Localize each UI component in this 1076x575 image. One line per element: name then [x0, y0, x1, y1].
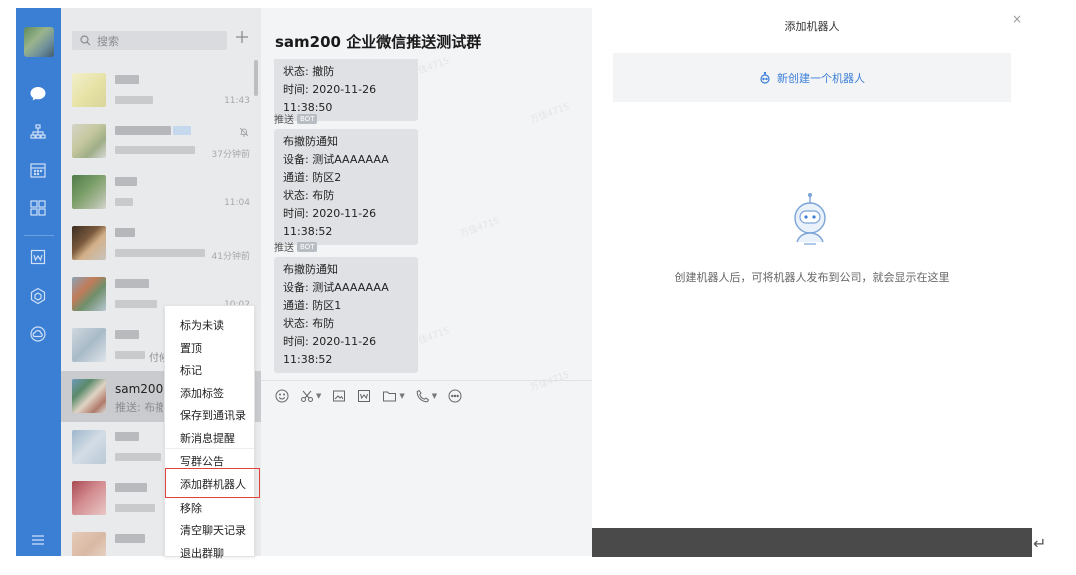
chat-time: 37分钟前: [211, 150, 250, 160]
menu-item-notifications[interactable]: 新消息提醒: [180, 430, 235, 446]
search-icon: [80, 35, 91, 46]
bot-icon: [760, 71, 770, 84]
mute-icon: [239, 126, 249, 140]
chat-preview: 推送: 布撤防通知: [115, 401, 163, 414]
nav-separator: [24, 235, 54, 236]
message-sender: 推送 BOT: [274, 111, 318, 126]
doc-icon[interactable]: [357, 389, 371, 403]
create-bot-button[interactable]: 新创建一个机器人: [613, 53, 1011, 102]
scissors-icon[interactable]: ▼: [300, 389, 321, 403]
chat-avatar: [72, 277, 106, 311]
watermark: 万佳4715: [529, 102, 571, 126]
menu-item-remove[interactable]: 移除: [180, 500, 202, 516]
search-box[interactable]: 搜索: [72, 31, 227, 50]
message-bubble[interactable]: 布撤防通知 设备: 测试AAAAAAA 通道: 防区2 状态: 布防 时间: 2…: [274, 129, 418, 245]
panel-title: 添加机器人: [784, 20, 840, 33]
apps-icon[interactable]: [28, 198, 48, 218]
chat-avatar: [72, 226, 106, 260]
list-item[interactable]: 11:04: [61, 167, 261, 218]
chat-icon[interactable]: [28, 84, 48, 104]
add-bot-panel: 添加机器人 × 新创建一个机器人 创建机器人后，可将机器人发布到公司，就会显示在…: [592, 8, 1032, 528]
chat-avatar: [72, 532, 106, 556]
chat-time: 41分钟前: [211, 252, 250, 262]
list-item[interactable]: 11:43: [61, 65, 261, 116]
menu-item-save-contacts[interactable]: 保存到通讯录: [180, 407, 246, 423]
menu-item-add-group-bot[interactable]: 添加群机器人: [180, 476, 246, 492]
menu-item-add-tag[interactable]: 添加标签: [180, 385, 224, 401]
chat-avatar: [72, 328, 106, 362]
chat-time: 11:04: [224, 198, 250, 208]
menu-item-pin[interactable]: 置顶: [180, 340, 202, 356]
message-sender: 推送 BOT: [274, 239, 318, 254]
phone-icon[interactable]: ▼: [416, 389, 437, 403]
input-divider: [261, 380, 592, 381]
folder-icon[interactable]: ▼: [382, 389, 405, 403]
message-bubble[interactable]: 布撤防通知 设备: 测试AAAAAAA 通道: 防区1 状态: 布防 时间: 2…: [274, 257, 418, 373]
chat-avatar: [72, 430, 106, 464]
list-item[interactable]: 37分钟前: [61, 116, 261, 167]
add-icon[interactable]: [233, 28, 251, 46]
workbench-icon[interactable]: [28, 286, 48, 306]
chat-title: sam200 企业微信推送测试群: [115, 382, 165, 396]
chat-avatar: [72, 481, 106, 515]
chat-avatar: [72, 379, 106, 413]
robot-illustration-icon: [787, 192, 833, 250]
more-icon[interactable]: [448, 389, 462, 403]
chevron-down-icon: ▼: [399, 392, 405, 400]
chat-header-title: sam200 企业微信推送测试群: [275, 33, 482, 51]
emoji-icon[interactable]: [275, 389, 289, 403]
bot-badge: BOT: [297, 241, 318, 252]
chat-avatar: [72, 124, 106, 158]
list-item[interactable]: 41分钟前: [61, 218, 261, 269]
user-avatar[interactable]: [24, 27, 54, 57]
return-mark-icon: ↵: [1033, 534, 1047, 553]
empty-state-text: 创建机器人后，可将机器人发布到公司，就会显示在这里: [674, 271, 950, 284]
bot-badge: BOT: [297, 113, 318, 124]
org-icon[interactable]: [28, 122, 48, 142]
chevron-down-icon: ▼: [431, 392, 438, 400]
menu-item-group-notice[interactable]: 写群公告: [180, 453, 224, 469]
create-bot-label: 新创建一个机器人: [777, 71, 865, 85]
menu-icon[interactable]: [28, 530, 48, 550]
chevron-down-icon: ▼: [316, 392, 322, 400]
image-icon[interactable]: [332, 389, 346, 403]
cloud-icon[interactable]: [28, 324, 48, 344]
menu-item-flag[interactable]: 标记: [180, 362, 202, 378]
doc-icon[interactable]: [28, 247, 48, 267]
calendar-icon[interactable]: [28, 160, 48, 180]
search-placeholder: 搜索: [97, 34, 119, 48]
chat-time: 11:43: [224, 96, 250, 106]
menu-item-clear-history[interactable]: 清空聊天记录: [180, 522, 246, 538]
chat-avatar: [72, 73, 106, 107]
menu-item-leave-group[interactable]: 退出群聊: [180, 545, 224, 561]
menu-item-mark-unread[interactable]: 标为未读: [180, 317, 224, 333]
close-icon[interactable]: ×: [1012, 12, 1022, 26]
context-menu: 标为未读 置顶 标记 添加标签 保存到通讯录 新消息提醒 写群公告 添加群机器人…: [164, 305, 260, 560]
chat-avatar: [72, 175, 106, 209]
chat-area: sam200 企业微信推送测试群 万佳4715 万佳4715 万佳4715 万佳…: [261, 8, 592, 556]
bottom-bar: [592, 528, 1032, 557]
input-toolbar: ▼ ▼ ▼: [275, 388, 462, 404]
left-nav: [16, 8, 61, 556]
menu-separator: [165, 448, 254, 449]
watermark: 万佳4715: [459, 216, 501, 240]
